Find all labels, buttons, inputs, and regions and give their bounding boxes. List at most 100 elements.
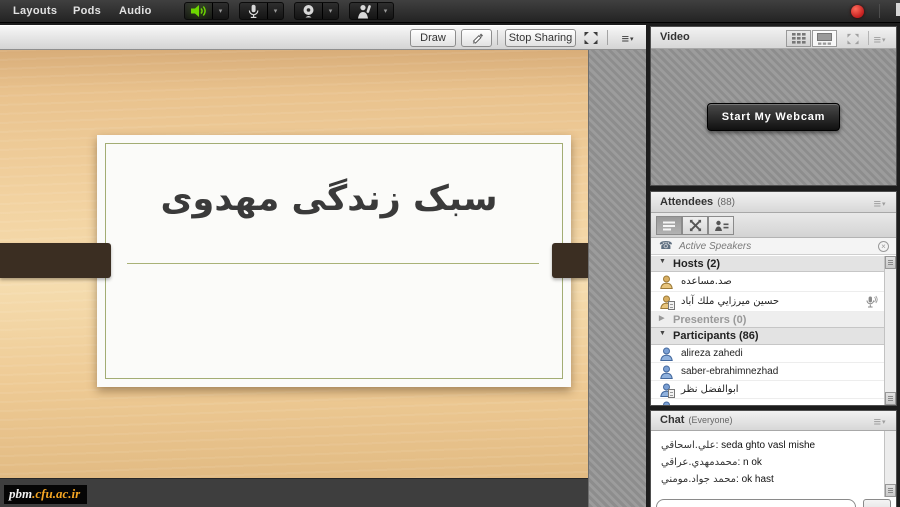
pod-menu-icon: ≡▾ [621,31,634,46]
chevron-down-icon: ▼ [659,330,666,337]
presenters-section-header[interactable]: ▶ Presenters (0) [651,312,884,328]
webcam-icon[interactable] [295,3,323,19]
toolbar-separator [497,30,498,45]
person-list-icon [714,220,729,232]
webcam-dropdown[interactable]: ▾ [323,3,338,19]
slide-title-rule [127,263,539,264]
filmstrip-view-icon [817,33,832,45]
menu-audio[interactable]: Audio [119,0,152,23]
menu-pods[interactable]: Pods [73,0,101,23]
grid-view-icon [792,33,806,44]
attendee-row-host[interactable]: صد.مساعده [651,272,884,292]
slide-card: سبک زندگی مهدوی [97,135,571,387]
app-root: Layouts Pods Audio ▾ ▾ [0,0,900,507]
pointer-tool-button[interactable] [461,29,492,47]
recording-indicator-icon [851,5,864,18]
attendee-row-participant[interactable]: alireza zahedi [651,345,884,363]
attendees-pod-title: Attendees(88) [660,196,735,208]
chat-message: محمدمهدي.عراقي: n ok [661,457,884,474]
video-grid-view-button[interactable] [786,30,811,47]
attendee-row-participant[interactable]: ابوالفضل نظر [651,381,884,399]
start-webcam-button[interactable]: Start My Webcam [707,103,841,131]
microphone-dropdown[interactable]: ▾ [268,3,283,19]
attendees-pod-header: Attendees(88) ≡▾ [651,192,896,213]
chat-scrollbar[interactable] [884,431,896,497]
pod-menu-icon: ≡▾ [873,196,886,211]
breakout-arrows-icon [689,219,702,232]
raise-hand-icon[interactable] [350,3,378,19]
attendee-row-participant[interactable] [651,399,884,405]
slide-ribbon-right [552,243,588,278]
share-stage-bottom [0,478,588,507]
top-menu-bar: Layouts Pods Audio ▾ ▾ [0,0,900,23]
scrollbar-thumb[interactable] [885,392,896,405]
pod-menu-icon: ≡▾ [873,32,886,47]
top-right-sliver [896,3,900,16]
phone-icon: ☎ [659,239,673,252]
chat-pod-title: Chat(Everyone) [660,414,732,426]
attendees-list: ▼ Hosts (2) صد.مساعده [651,256,884,405]
speaker-button-group: ▾ [184,2,229,20]
fullscreen-button[interactable] [580,29,602,47]
video-filmstrip-view-button[interactable] [812,30,837,47]
share-stage-filler [588,50,646,507]
attendee-row-participant[interactable]: saber-ebrahimnezhad [651,363,884,381]
attendees-pod-menu-button[interactable]: ≡▾ [868,194,892,212]
attendee-list-view-button[interactable] [656,216,682,235]
draw-button[interactable]: Draw [410,29,456,47]
attendees-pod: Attendees(88) ≡▾ [650,191,897,406]
raise-hand-dropdown[interactable]: ▾ [378,3,393,19]
sharing-badge-icon [668,301,675,310]
fullscreen-icon [846,33,860,45]
active-speakers-label: Active Speakers [679,241,751,252]
microphone-button-group: ▾ [239,2,284,20]
stop-sharing-button[interactable]: Stop Sharing [505,29,576,47]
watermark: pbm.cfu.ac.ir [4,485,87,504]
sharing-badge-icon [668,389,675,398]
scrollbar-thumb[interactable] [885,256,896,269]
scrollbar-thumb[interactable] [885,484,896,497]
participant-icon [659,347,674,361]
hosts-section-header[interactable]: ▼ Hosts (2) [651,256,884,272]
menu-layouts[interactable]: Layouts [13,0,57,23]
host-icon [659,275,674,289]
attendee-row-host[interactable]: حسين ميرزايي ملك آباد [651,292,884,312]
pencil-icon [470,31,484,45]
video-pod-body: Start My Webcam [651,49,896,185]
chevron-down-icon: ▼ [659,258,666,265]
chat-message: محمد جواد.مومني: ok hast [661,474,884,491]
participant-icon [659,365,674,379]
chat-send-button[interactable] [863,499,891,507]
attendees-count: (88) [717,197,735,208]
chat-pod-menu-button[interactable]: ≡▾ [868,412,892,430]
chat-input[interactable] [656,499,856,507]
microphone-icon[interactable] [240,3,268,19]
attendees-view-toolbar [651,213,896,238]
attendee-status-view-button[interactable] [708,216,734,235]
participants-section-header[interactable]: ▼ Participants (86) [651,328,884,345]
breakout-view-button[interactable] [682,216,708,235]
video-pod-title: Video [660,31,690,43]
speaker-icon[interactable] [185,3,213,19]
list-view-icon [662,220,676,232]
chat-messages: علي.اسحاقي: seda ghto vasl mishe محمدمهد… [651,431,884,507]
share-pod-toolbar: Draw Stop Sharing [0,25,646,50]
participant-icon [659,401,674,405]
video-pod: Video [650,26,897,186]
active-speakers-row: ☎ Active Speakers × [651,238,896,255]
close-icon[interactable]: × [878,241,889,252]
chat-message: علي.اسحاقي: seda ghto vasl mishe [661,440,884,457]
fullscreen-icon [583,31,599,45]
slide-title: سبک زندگی مهدوی [97,179,561,219]
attendees-scrollbar[interactable] [884,256,896,405]
video-pod-menu-button[interactable]: ≡▾ [868,30,892,48]
shared-presentation-area: سبک زندگی مهدوی [0,50,588,478]
toolbar-separator [607,30,608,45]
webcam-button-group: ▾ [294,2,339,20]
video-fullscreen-button[interactable] [843,30,863,48]
share-pod-menu-button[interactable]: ≡▾ [615,29,641,47]
slide-ribbon-left [0,243,111,278]
chat-pod-header: Chat(Everyone) ≡▾ [651,411,896,431]
speaking-microphone-icon [863,295,878,309]
speaker-dropdown[interactable]: ▾ [213,3,228,19]
